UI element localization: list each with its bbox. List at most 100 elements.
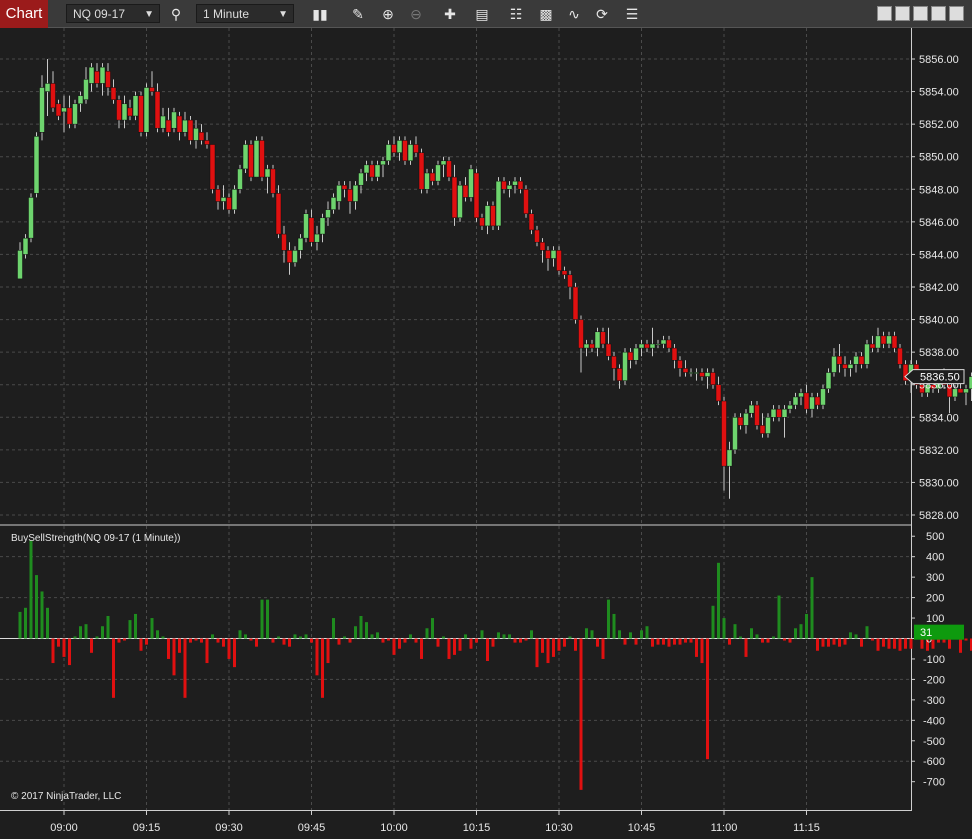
indicator-bar xyxy=(656,638,660,645)
candle-body xyxy=(121,103,128,121)
candle-body xyxy=(259,140,265,178)
candle-body xyxy=(253,140,260,178)
candle-body xyxy=(303,213,309,239)
data-box-icon[interactable]: ▤ xyxy=(472,4,492,24)
indicator-bar xyxy=(414,638,418,643)
indicator-bar xyxy=(205,638,209,664)
candle-body xyxy=(149,87,155,92)
indicator-bar xyxy=(601,638,605,659)
indicator-bar xyxy=(337,638,341,645)
indicator-bar xyxy=(568,636,572,639)
indicator-bar xyxy=(189,638,192,643)
candle-body xyxy=(127,107,133,117)
candle-body xyxy=(776,408,782,418)
candle-body xyxy=(286,250,293,263)
candle-body xyxy=(160,115,166,129)
indicator-bar xyxy=(271,638,275,643)
indicator-bar xyxy=(959,638,962,653)
indicator-bar xyxy=(486,638,489,662)
time-tick-label: 09:45 xyxy=(298,822,326,834)
chart-trader-icon[interactable]: ☷ xyxy=(506,4,526,24)
indicators-icon[interactable]: ∿ xyxy=(564,4,584,24)
indicator-bar xyxy=(794,628,797,639)
candle-body xyxy=(506,184,513,190)
grid-lines xyxy=(0,28,911,810)
indicator-bar xyxy=(607,599,610,639)
indicator-bar xyxy=(18,611,22,639)
candle-body xyxy=(787,404,793,410)
properties-icon[interactable]: ☰ xyxy=(622,4,642,24)
candle-body xyxy=(737,417,744,426)
candle-body xyxy=(440,160,447,166)
indicator-bar xyxy=(667,638,671,647)
zoom-in-icon[interactable]: ⊕ xyxy=(378,4,398,24)
candle-body xyxy=(545,250,551,259)
indicator-bar xyxy=(491,638,495,647)
indicator-bar xyxy=(106,615,110,639)
indicator-bar xyxy=(326,638,330,664)
candle-body xyxy=(644,343,650,349)
chart-tab[interactable]: Chart xyxy=(0,0,48,28)
candle-body xyxy=(743,412,749,426)
candle-body xyxy=(17,250,23,280)
candle-body xyxy=(512,180,518,186)
indicator-bar xyxy=(249,638,253,641)
minimize-icon[interactable] xyxy=(913,6,928,21)
candle-body xyxy=(891,335,898,349)
maximize-icon[interactable] xyxy=(931,6,946,21)
indicator-bar xyxy=(805,613,808,639)
indicator-bar xyxy=(519,638,522,643)
close-icon[interactable] xyxy=(949,6,964,21)
chart-canvas[interactable]: 5856.00 5854.00 5852.00 5850.00 5848.00 5846.… xyxy=(0,28,972,839)
zoom-out-icon[interactable]: ⊖ xyxy=(406,4,426,24)
indicator-bar xyxy=(909,638,913,649)
indicator-bar xyxy=(244,634,247,639)
interval-selector[interactable]: 1 Minute ▼ xyxy=(196,4,294,23)
copyright-text: © 2017 NinjaTrader, LLC xyxy=(11,791,121,802)
candle-body xyxy=(572,286,579,320)
candle-body xyxy=(187,119,194,141)
indicator-bar xyxy=(200,638,203,643)
instrument-selector[interactable]: NQ 09-17 ▼ xyxy=(66,4,160,23)
indicator-bar xyxy=(277,636,280,639)
candle-body xyxy=(429,172,436,182)
indicator-bar xyxy=(508,634,511,639)
indicator-bar xyxy=(194,638,198,641)
crosshair-icon[interactable]: ✚ xyxy=(440,4,460,24)
price-tick-label: 5852.00 xyxy=(919,119,959,131)
strategies-icon[interactable]: ▩ xyxy=(536,4,556,24)
indicator-bar xyxy=(354,626,357,639)
bar-style-icon[interactable]: ▮▮ xyxy=(310,4,330,24)
indicator-bar xyxy=(618,630,621,639)
candle-body xyxy=(495,180,502,227)
candle-body xyxy=(209,144,216,190)
indicator-bar xyxy=(84,624,88,639)
candle-body xyxy=(682,368,689,373)
indicator-bar xyxy=(117,638,121,643)
indicator-bar xyxy=(640,630,643,639)
price-tick-label: 5844.00 xyxy=(919,249,959,261)
candle-body xyxy=(765,417,771,434)
candle-body xyxy=(589,343,595,349)
candle-body xyxy=(270,168,276,194)
candle-body xyxy=(660,339,667,345)
tile-icon[interactable] xyxy=(895,6,910,21)
candle-body xyxy=(484,205,491,227)
search-icon[interactable]: ⚲ xyxy=(166,4,186,24)
draw-pencil-icon[interactable]: ✎ xyxy=(348,4,368,24)
indicator-bar xyxy=(409,634,412,639)
candle-body xyxy=(721,400,727,467)
candle-body xyxy=(231,189,238,210)
indicator-bar xyxy=(359,615,363,639)
candle-body xyxy=(352,184,359,202)
price-tick-label: 5848.00 xyxy=(919,184,959,196)
indicator-bar xyxy=(799,624,803,639)
indicator-bar xyxy=(678,638,682,645)
tab-icon[interactable] xyxy=(877,6,892,21)
last-price-marker: 5836.50 xyxy=(904,369,965,385)
candle-body xyxy=(490,205,496,227)
reload-icon[interactable]: ⟳ xyxy=(592,4,612,24)
candle-body xyxy=(556,250,562,271)
candle-body xyxy=(699,372,705,377)
candle-body xyxy=(22,237,29,255)
